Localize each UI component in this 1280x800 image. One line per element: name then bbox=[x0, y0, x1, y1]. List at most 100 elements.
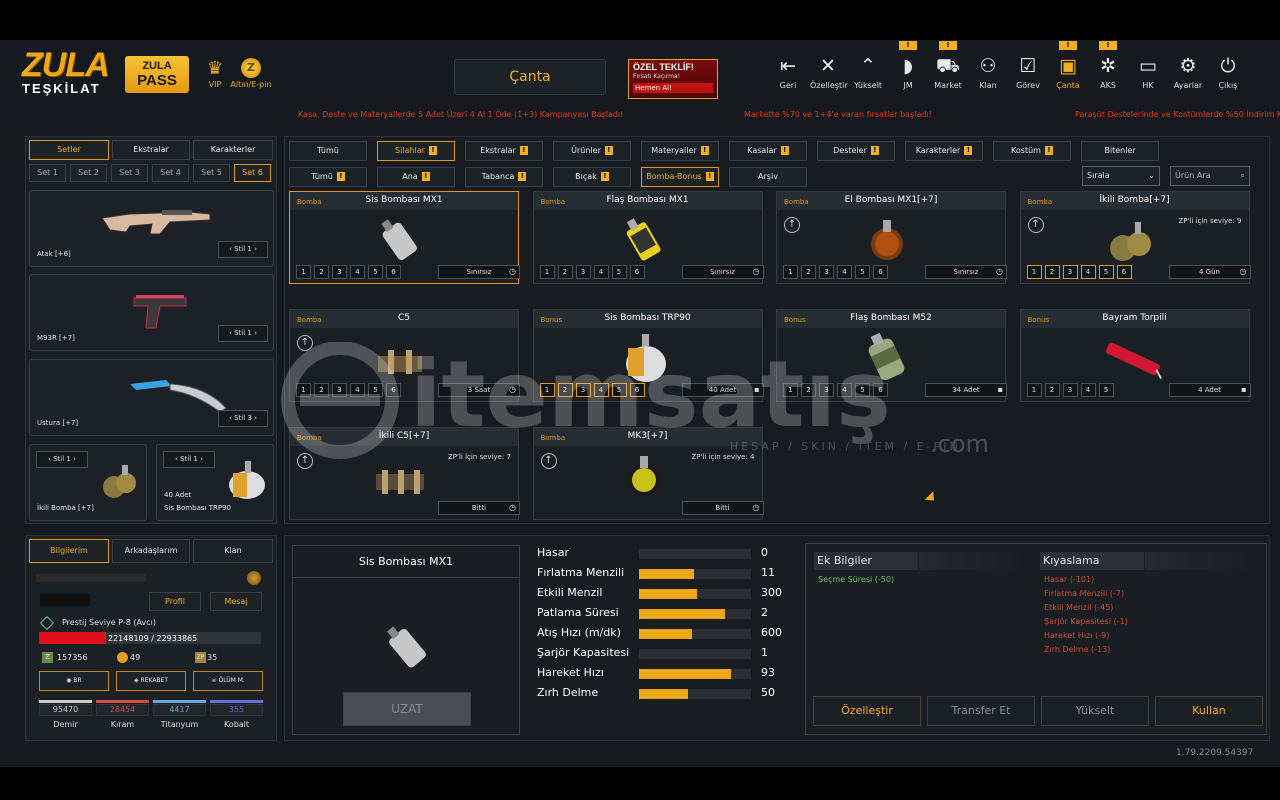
set-tab-4[interactable]: Set 4 bbox=[152, 164, 189, 182]
nav-label: AKS bbox=[1100, 81, 1116, 90]
nav-yükselt[interactable]: ⌃ Yükselt bbox=[850, 54, 886, 94]
mode-br-button[interactable]: ◉ BR bbox=[39, 671, 109, 691]
upgrade-arrow-icon[interactable]: ↑ bbox=[1027, 217, 1044, 233]
tab-setler[interactable]: Setler bbox=[29, 140, 109, 160]
pistol-image bbox=[133, 295, 187, 329]
stat-label: Atış Hızı (m/dk) bbox=[537, 626, 621, 639]
filter-silahlar[interactable]: Silahlar! bbox=[377, 141, 455, 161]
item-card[interactable]: Bonus Flaş Bombası M52 1 2 3 4 5 6 34 Adet ▪ bbox=[776, 309, 1007, 402]
subfilter-bomba-bonus[interactable]: Bomba-Bonus! bbox=[641, 167, 719, 187]
item-card[interactable]: Bomba İkili Bomba[+7] ↑ ZP'li için seviye: … bbox=[1019, 191, 1251, 284]
style-selector[interactable]: ‹ Stil 3 › bbox=[218, 410, 268, 427]
grenade-slot-2[interactable]: ‹ Stil 1 › 40 Adet Sis Bombası TRP90 bbox=[156, 444, 274, 521]
item-card[interactable]: Bomba MK3[+7] ↑ ZP'li için seviye: 4 Bitti ◷ bbox=[532, 427, 764, 520]
gold-epin-button[interactable]: Z Altın/E-pin bbox=[228, 58, 274, 89]
upgrade-arrow-icon[interactable]: ↑ bbox=[784, 217, 800, 233]
action-yükselt-button[interactable]: Yükselt bbox=[1041, 696, 1149, 726]
item-card[interactable]: Bomba El Bombası MX1[+7] ↑ 1 2 3 4 5 6 Sınırsız ◷ bbox=[776, 191, 1007, 284]
filter-ekstralar[interactable]: Ekstralar! bbox=[465, 141, 543, 161]
set-tab-2[interactable]: Set 2 bbox=[70, 164, 107, 182]
alert-icon: ! bbox=[780, 146, 789, 155]
grenade-slot-1[interactable]: ‹ Stil 1 › İkili Bomba [+7] bbox=[29, 444, 147, 521]
item-card[interactable]: Bonus Sis Bombası TRP90 1 2 3 4 5 6 40 Adet ▪ bbox=[532, 309, 764, 402]
style-selector[interactable]: ‹ Stil 1 › bbox=[36, 451, 88, 468]
subfilter-ana[interactable]: Ana! bbox=[377, 167, 455, 187]
special-offer-banner[interactable]: ÖZEL TEKLİF! Fırsatı Kaçırma! Hemen Al! bbox=[628, 59, 718, 99]
item-card[interactable]: Bomba C5 ↑ 1 2 3 4 5 6 3 Saat ◷ bbox=[289, 309, 520, 402]
item-name: Flaş Bombası MX1 bbox=[606, 195, 689, 205]
sort-dropdown[interactable]: Sırala ⌄ bbox=[1082, 166, 1160, 186]
style-selector[interactable]: ‹ Stil 1 › bbox=[218, 325, 268, 342]
subfilter-arşiv[interactable]: Arşiv bbox=[729, 167, 807, 187]
nav-ayarlar[interactable]: ⚙ Ayarlar bbox=[1170, 54, 1206, 94]
filter-kasalar[interactable]: Kasalar! bbox=[729, 141, 807, 161]
filter-karakterler[interactable]: Karakterler! bbox=[905, 141, 983, 161]
search-input[interactable]: Ürün Ara ⌕ bbox=[1170, 166, 1250, 186]
flash-grenade-image bbox=[626, 218, 661, 261]
item-card[interactable]: Bomba Flaş Bombası MX1 1 2 3 4 5 6 Sınırsız ◷ bbox=[532, 191, 764, 284]
subfilter-tabanca[interactable]: Tabanca! bbox=[465, 167, 543, 187]
clock-icon: ◷ bbox=[752, 267, 760, 276]
resource-label: Demir bbox=[53, 720, 78, 729]
extend-button[interactable]: UZAT bbox=[343, 692, 471, 726]
mode-deathmatch-button[interactable]: ☠ ÖLÜM M. bbox=[193, 671, 263, 691]
action-kullan-button[interactable]: Kullan bbox=[1155, 696, 1263, 726]
nav-çıkış[interactable]: ⏻ Çıkış bbox=[1210, 54, 1246, 94]
nav-görev[interactable]: ☑ Görev bbox=[1010, 54, 1046, 94]
upgrade-arrow-icon[interactable]: ↑ bbox=[540, 453, 557, 469]
subfilter-tümü[interactable]: Tümü! bbox=[289, 167, 367, 187]
melee-weapon-slot[interactable]: Ustura [+7] ‹ Stil 3 › bbox=[29, 359, 274, 436]
set-tab-6[interactable]: Set 6 bbox=[234, 164, 271, 182]
stat-bar bbox=[639, 569, 751, 579]
style-selector[interactable]: ‹ Stil 1 › bbox=[163, 451, 215, 468]
upgrade-arrow-icon[interactable]: ↑ bbox=[297, 453, 313, 469]
zula-pass-button[interactable]: ZULA PASS bbox=[125, 56, 189, 93]
nav-çanta[interactable]: ▣ Çanta bbox=[1050, 54, 1086, 94]
resource-color-bar bbox=[96, 700, 149, 703]
nav-market[interactable]: ⛟ Market bbox=[930, 54, 966, 94]
action-özelleştir-button[interactable]: Özelleştir bbox=[813, 696, 921, 726]
subfilter-bıçak[interactable]: Bıçak! bbox=[553, 167, 631, 187]
tab-bilgilerim[interactable]: Bilgilerim bbox=[29, 539, 109, 563]
tab-ekstralar[interactable]: Ekstralar bbox=[112, 140, 190, 160]
item-card[interactable]: Bonus Bayram Torpili 1 2 3 4 5 4 Adet ▪ bbox=[1019, 309, 1251, 402]
chevron-right-icon: › bbox=[70, 455, 76, 463]
alert-icon: ! bbox=[604, 146, 613, 155]
set-tab-3[interactable]: Set 3 bbox=[111, 164, 148, 182]
resource-titanyum: 4417 Titanyum bbox=[153, 700, 206, 729]
tab-arkadaslarim[interactable]: Arkadaşlarım bbox=[112, 539, 190, 563]
set-tab-1[interactable]: Set 1 bbox=[29, 164, 66, 182]
action-transfer-et-button[interactable]: Transfer Et bbox=[927, 696, 1035, 726]
profile-button[interactable]: Profil bbox=[149, 592, 201, 611]
tab-karakterler[interactable]: Karakterler bbox=[193, 140, 273, 160]
set-tab-5[interactable]: Set 5 bbox=[193, 164, 230, 182]
nav-geri[interactable]: ⇤ Geri bbox=[770, 54, 806, 94]
secondary-weapon-slot[interactable]: M93R [+7] ‹ Stil 1 › bbox=[29, 274, 274, 351]
resource-kıram: 28454 Kıram bbox=[96, 700, 149, 729]
item-card[interactable]: Bomba İkili C5[+7] ↑ ZP'li için seviye: 7 Bi… bbox=[289, 427, 520, 520]
item-card[interactable]: Bomba Sis Bombası MX1 1 2 3 4 5 6 Sınırsız ◷ bbox=[289, 191, 520, 284]
nav-özelleştir[interactable]: ✕ Özelleştir bbox=[810, 54, 848, 94]
nav-klan[interactable]: ⚇ Klan bbox=[970, 54, 1006, 94]
tab-klan[interactable]: Klan bbox=[193, 539, 273, 563]
filter-tümü[interactable]: Tümü bbox=[289, 141, 367, 161]
power-icon: ⏻ bbox=[1220, 55, 1236, 77]
message-button[interactable]: Mesaj bbox=[210, 592, 262, 611]
vip-button[interactable]: ♛ VIP bbox=[200, 58, 230, 89]
nav-hk[interactable]: ▭ HK bbox=[1130, 54, 1166, 94]
primary-weapon-slot[interactable]: Atak [+6] ‹ Stil 1 › bbox=[29, 190, 274, 267]
filter-ürünler[interactable]: Ürünler! bbox=[553, 141, 631, 161]
filter-label: Ürünler bbox=[571, 146, 601, 155]
filter-desteler[interactable]: Desteler! bbox=[817, 141, 895, 161]
style-selector[interactable]: ‹ Stil 1 › bbox=[218, 241, 268, 258]
filter-materyaller[interactable]: Materyaller! bbox=[641, 141, 719, 161]
nav-aks[interactable]: ✲ AKS bbox=[1090, 54, 1126, 94]
filter-label: Bitenler bbox=[1104, 146, 1136, 155]
level-box: 4 bbox=[837, 265, 852, 279]
upgrade-arrow-icon[interactable]: ↑ bbox=[297, 335, 313, 351]
filter-bitenler[interactable]: Bitenler bbox=[1081, 141, 1159, 161]
resource-value: 4417 bbox=[153, 704, 206, 716]
filter-kostüm[interactable]: Kostüm! bbox=[993, 141, 1071, 161]
nav-jm[interactable]: ◗ JM bbox=[890, 54, 926, 94]
mode-rekabet-button[interactable]: ◈ REKABET bbox=[116, 671, 186, 691]
